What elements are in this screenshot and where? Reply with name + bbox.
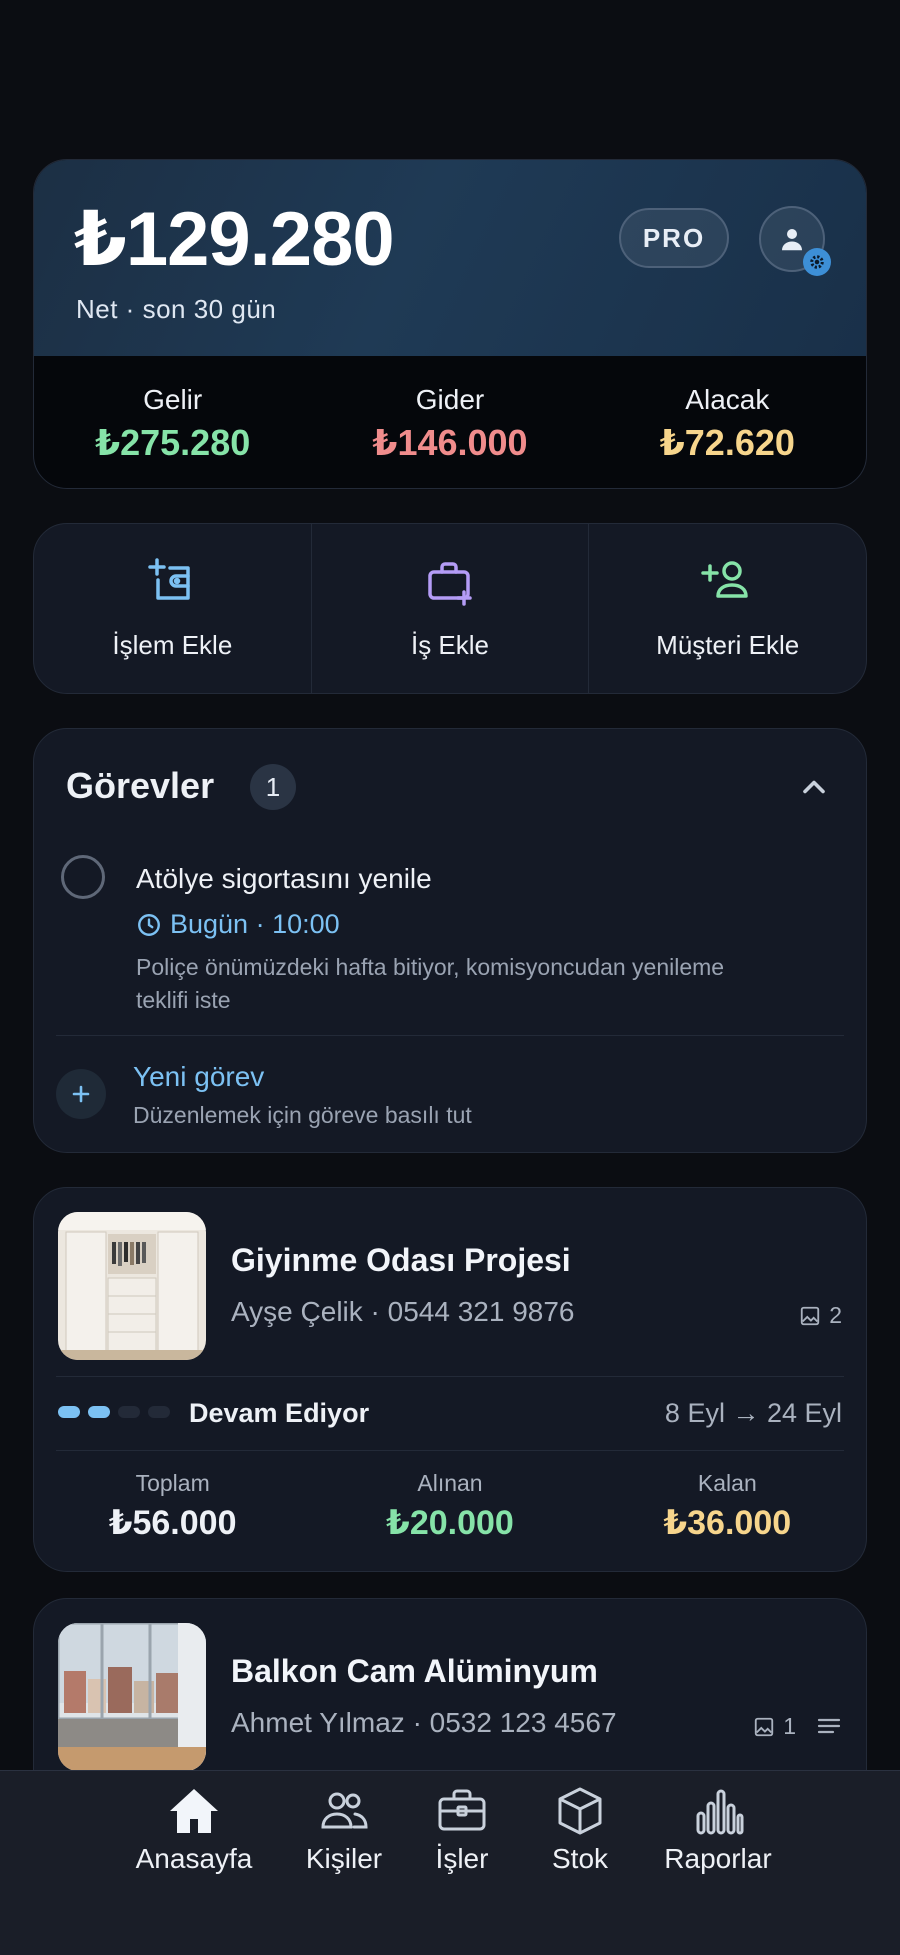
stat-value: ₺146.000: [372, 422, 528, 463]
progress-step: [148, 1406, 170, 1418]
money-label: Alınan: [417, 1470, 483, 1496]
project-title: Balkon Cam Alüminyum: [231, 1653, 598, 1689]
image-count-text: 1: [783, 1713, 796, 1739]
new-task-label[interactable]: Yeni görev: [133, 1061, 264, 1093]
nav-reports[interactable]: Raporlar: [636, 1771, 800, 1955]
tasks-title: Görevler: [66, 765, 215, 806]
stat-value: ₺275.280: [95, 422, 251, 463]
progress-indicator: [58, 1406, 170, 1418]
add-task-button[interactable]: [56, 1069, 106, 1119]
new-task-hint: Düzenlemek için göreve basılı tut: [133, 1102, 472, 1128]
nav-stock[interactable]: Stok: [524, 1771, 636, 1955]
summary-stats: Gelir ₺275.280 Gider ₺146.000 Alacak ₺72…: [34, 356, 866, 488]
stat-label: Alacak: [685, 384, 770, 415]
project-title: Giyinme Odası Projesi: [231, 1242, 571, 1278]
nav-home[interactable]: Anasayfa: [100, 1771, 288, 1955]
tasks-card: Görevler 1 Atölye sigortasını yenile Bug…: [33, 728, 867, 1153]
quick-actions: İşlem Ekle İş Ekle Müşteri Ekle: [33, 523, 867, 694]
user-icon: [782, 229, 802, 251]
add-customer-icon: [700, 561, 748, 598]
money-value: ₺56.000: [108, 1504, 237, 1542]
project-card[interactable]: Giyinme Odası Projesi Ayşe Çelik · 0544 …: [33, 1187, 867, 1572]
project-customer: Ayşe Çelik · 0544 321 9876: [231, 1296, 575, 1328]
customer-phone[interactable]: · 0532 123 4567: [413, 1707, 617, 1738]
action-label: İş Ekle: [410, 630, 490, 660]
stat-label: Gelir: [143, 384, 203, 415]
task-title[interactable]: Atölye sigortasını yenile: [136, 863, 432, 895]
divider: [56, 1376, 844, 1377]
payment-summary: Toplam ₺56.000 Alınan ₺20.000 Kalan ₺36.…: [34, 1470, 866, 1543]
clock-icon: [138, 913, 160, 936]
summary-card: ₺129.280 Net · son 30 gün PRO Gelir ₺275…: [33, 159, 867, 489]
status-label: Devam Ediyor: [189, 1398, 370, 1428]
divider: [56, 1450, 844, 1451]
gear-icon: [803, 248, 831, 276]
add-transaction-button[interactable]: İşlem Ekle: [34, 524, 312, 693]
stat-expense: Gider ₺146.000: [311, 356, 588, 488]
stat-receivable: Alacak ₺72.620: [589, 356, 866, 488]
plus-icon: [72, 1085, 90, 1103]
home-icon: [170, 1789, 218, 1833]
progress-step: [118, 1406, 140, 1418]
chart-icon: [696, 1789, 744, 1835]
add-job-button[interactable]: İş Ekle: [312, 524, 590, 693]
pro-badge[interactable]: PRO: [619, 208, 729, 268]
nav-label: Kişiler: [305, 1843, 383, 1874]
project-thumbnail: [58, 1212, 206, 1360]
nav-jobs[interactable]: İşler: [400, 1771, 524, 1955]
people-icon: [321, 1792, 368, 1829]
task-description: Poliçe önümüzdeki hafta bitiyor, komisyo…: [136, 954, 725, 1013]
remaining-amount: Kalan ₺36.000: [589, 1470, 866, 1543]
divider: [56, 1035, 844, 1036]
box-icon: [558, 1787, 602, 1835]
net-label: Net · son 30 gün: [76, 294, 277, 324]
progress-step: [88, 1406, 110, 1418]
nav-people[interactable]: Kişiler: [288, 1771, 400, 1955]
money-label: Kalan: [697, 1470, 757, 1496]
net-amount: ₺129.280: [74, 197, 395, 282]
briefcase-icon: [438, 1789, 486, 1831]
chevron-up-icon[interactable]: [796, 769, 832, 805]
stat-value: ₺72.620: [659, 422, 795, 463]
customer-phone[interactable]: · 0544 321 9876: [371, 1296, 575, 1327]
total-amount: Toplam ₺56.000: [34, 1470, 311, 1543]
money-value: ₺36.000: [663, 1504, 792, 1542]
project-customer: Ahmet Yılmaz · 0532 123 4567: [231, 1707, 617, 1739]
nav-label: Stok: [551, 1843, 609, 1874]
stat-label: Gider: [415, 384, 485, 415]
received-amount: Alınan ₺20.000: [311, 1470, 588, 1543]
progress-step: [58, 1406, 80, 1418]
nav-label: İşler: [435, 1843, 489, 1874]
image-count: 2: [799, 1302, 842, 1329]
image-icon: [755, 1717, 774, 1736]
customer-name: Ayşe Çelik: [231, 1296, 363, 1327]
tasks-count-badge: 1: [250, 764, 296, 810]
task-time-text: Bugün · 10:00: [170, 909, 340, 939]
add-customer-button[interactable]: Müşteri Ekle: [589, 524, 866, 693]
add-transaction-icon: [148, 558, 191, 600]
nav-label: Raporlar: [664, 1843, 772, 1874]
money-label: Toplam: [135, 1470, 210, 1496]
image-count-text: 2: [829, 1302, 842, 1328]
summary-hero: ₺129.280 Net · son 30 gün PRO: [34, 160, 866, 356]
nav-label: Anasayfa: [135, 1843, 253, 1874]
project-thumbnail: [58, 1623, 206, 1771]
date-range: 8 Eyl → 24 Eyl: [664, 1398, 842, 1428]
action-label: İşlem Ekle: [112, 630, 233, 660]
bottom-navigation: Anasayfa Kişiler İşler Stok Raporlar: [0, 1770, 900, 1955]
add-job-icon: [428, 562, 472, 606]
action-label: Müşteri Ekle: [656, 630, 800, 660]
task-checkbox[interactable]: [61, 855, 105, 899]
task-due: Bugün · 10:00: [136, 909, 340, 940]
money-value: ₺20.000: [386, 1504, 514, 1542]
stat-income: Gelir ₺275.280: [34, 356, 311, 488]
customer-name: Ahmet Yılmaz: [231, 1707, 405, 1738]
profile-button[interactable]: [759, 206, 831, 276]
notes-icon[interactable]: [816, 1715, 842, 1737]
image-icon: [801, 1306, 820, 1325]
image-count: 1: [753, 1713, 796, 1740]
